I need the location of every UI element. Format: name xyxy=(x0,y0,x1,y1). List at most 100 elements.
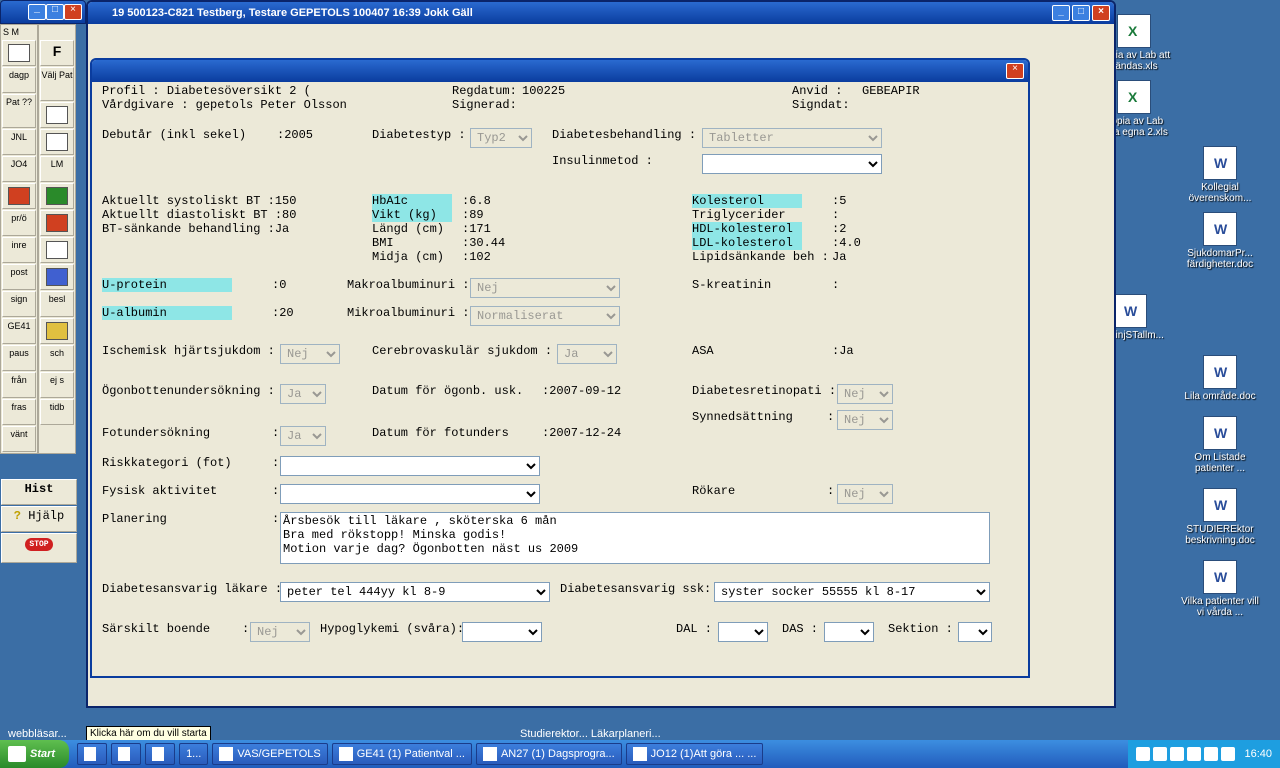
hdl-label: HDL-kolesterol xyxy=(692,222,802,236)
taskbar-quicklaunch[interactable] xyxy=(145,743,175,765)
tray-icon[interactable] xyxy=(1221,747,1235,761)
ansvarig-lakare-label: Diabetesansvarig läkare : xyxy=(102,582,282,596)
tb-btn[interactable] xyxy=(40,129,74,155)
minimize-icon[interactable]: _ xyxy=(28,4,46,20)
riskkategori-select[interactable] xyxy=(280,456,540,476)
tb-btn[interactable] xyxy=(40,318,74,344)
desktop-icon[interactable]: Kollegial överenskom... xyxy=(1180,146,1260,204)
desktop-icon[interactable]: Lila område.doc xyxy=(1180,355,1260,402)
tb-pro[interactable]: pr/ö xyxy=(2,210,36,236)
close-button[interactable]: × xyxy=(1092,5,1110,21)
ie-icon xyxy=(84,747,96,761)
insulinmetod-select[interactable] xyxy=(702,154,882,174)
kolesterol-label: Kolesterol xyxy=(692,194,802,208)
ansvarig-lakare-select[interactable]: peter tel 444yy kl 8-9 xyxy=(280,582,550,602)
makro-select[interactable]: Nej xyxy=(470,278,620,298)
tb-f[interactable]: F xyxy=(40,40,74,66)
tb-btn[interactable] xyxy=(40,183,74,209)
taskbar-quicklaunch[interactable] xyxy=(77,743,107,765)
desktop-icon[interactable]: Vilka patienter vill vi vårda ... xyxy=(1180,560,1260,618)
midja-value: :102 xyxy=(462,250,491,264)
hist-button[interactable]: Hist xyxy=(1,479,77,505)
tb-btn[interactable] xyxy=(40,264,74,290)
ischemisk-select[interactable]: Nej xyxy=(280,344,340,364)
tb-fran[interactable]: från xyxy=(2,372,36,398)
planering-textarea[interactable] xyxy=(280,512,990,564)
tb-btn[interactable] xyxy=(40,102,74,128)
fotdatum-value: :2007-12-24 xyxy=(542,426,621,440)
tb-dagp[interactable]: dagp xyxy=(2,67,36,93)
tb-sign[interactable]: sign xyxy=(2,291,36,317)
tb-jo4[interactable]: JO4 xyxy=(2,156,36,182)
tb-valj-pat[interactable]: Välj Pat xyxy=(40,67,74,101)
desktop-icon[interactable]: SjukdomarPr... färdigheter.doc xyxy=(1180,212,1260,270)
tb-btn[interactable] xyxy=(2,40,36,66)
tray-icon[interactable] xyxy=(1153,747,1167,761)
diabetestyp-select[interactable]: Typ2 xyxy=(470,128,532,148)
hypoglykemi-select[interactable] xyxy=(462,622,542,642)
help-button[interactable]: ? Hjälp xyxy=(1,506,77,532)
tb-post[interactable]: post xyxy=(2,264,36,290)
tray-icon[interactable] xyxy=(1187,747,1201,761)
tray-icon[interactable] xyxy=(1136,747,1150,761)
taskbar-item[interactable]: VAS/GEPETOLS xyxy=(212,743,327,765)
tb-lm[interactable]: LM xyxy=(40,156,74,182)
tray-icon[interactable] xyxy=(1204,747,1218,761)
form-close-button[interactable]: × xyxy=(1006,63,1024,79)
document-icon xyxy=(8,44,30,62)
tb-jnl[interactable]: JNL xyxy=(2,129,36,155)
taskbar: Start 1... VAS/GEPETOLS GE41 (1) Patient… xyxy=(0,740,1280,768)
maximize-icon[interactable]: □ xyxy=(46,4,64,20)
tray-icon[interactable] xyxy=(1170,747,1184,761)
tb-besl[interactable]: besl xyxy=(40,291,74,317)
rokare-select[interactable]: Nej xyxy=(837,484,893,504)
word-icon xyxy=(1113,294,1147,328)
maximize-button[interactable]: □ xyxy=(1072,5,1090,21)
desktop-icon[interactable]: Om Listade patienter ... xyxy=(1180,416,1260,474)
sarskilt-boende-select[interactable]: Nej xyxy=(250,622,310,642)
tb-btn[interactable] xyxy=(2,183,36,209)
fysisk-select[interactable] xyxy=(280,484,540,504)
taskbar-item[interactable]: GE41 (1) Patientval ... xyxy=(332,743,472,765)
taskbar-item[interactable]: JO12 (1)Att göra ... ... xyxy=(626,743,764,765)
diabetesbehandling-select[interactable]: Tabletter xyxy=(702,128,882,148)
minimize-button[interactable]: _ xyxy=(1052,5,1070,21)
ogonbotten-select[interactable]: Ja xyxy=(280,384,326,404)
tb-paus[interactable]: paus xyxy=(2,345,36,371)
start-button[interactable]: Start xyxy=(0,740,69,768)
desktop-icons: Kopia av Lab att sändas.xls Kopia av Lab… xyxy=(1090,10,1270,622)
fotdatum-label: Datum för fotunders xyxy=(372,426,509,440)
dal-select[interactable] xyxy=(718,622,768,642)
taskbar-quicklaunch[interactable] xyxy=(111,743,141,765)
window-title: 19 500123-C821 Testberg, Testare GEPETOL… xyxy=(92,7,1052,19)
desktop-caption: webbläsar... xyxy=(8,728,67,740)
profil-value: Diabetesöversikt 2 ( xyxy=(167,84,311,98)
desktop-icon[interactable]: STUDIEREktor beskrivning.doc xyxy=(1180,488,1260,546)
taskbar-item[interactable]: 1... xyxy=(179,743,208,765)
retinopati-select[interactable]: Nej xyxy=(837,384,893,404)
cvs-select[interactable]: Ja xyxy=(557,344,617,364)
close-icon[interactable]: × xyxy=(64,4,82,20)
tb-tidb[interactable]: tidb xyxy=(40,399,74,425)
anvid-value: GEBEAPIR xyxy=(862,84,920,98)
das-select[interactable] xyxy=(824,622,874,642)
tb-pat[interactable]: Pat ?? xyxy=(2,94,36,128)
tb-btn[interactable] xyxy=(40,237,74,263)
vikt-value: :89 xyxy=(462,208,484,222)
tb-fras[interactable]: fras xyxy=(2,399,36,425)
fotundersokning-select[interactable]: Ja xyxy=(280,426,326,446)
vikt-label: Vikt (kg) xyxy=(372,208,452,222)
tb-sch[interactable]: sch xyxy=(40,345,74,371)
ansvarig-ssk-select[interactable]: syster socker 55555 kl 8-17 xyxy=(714,582,990,602)
tb-ge41[interactable]: GE41 xyxy=(2,318,36,344)
tb-btn[interactable] xyxy=(40,210,74,236)
ogondatum-value: :2007-09-12 xyxy=(542,384,621,398)
tb-ejs[interactable]: ej s xyxy=(40,372,74,398)
sektion-select[interactable] xyxy=(958,622,992,642)
stop-button[interactable]: STOP xyxy=(1,533,77,563)
tb-inre[interactable]: inre xyxy=(2,237,36,263)
tb-vant[interactable]: vänt xyxy=(2,426,36,452)
mikro-select[interactable]: Normaliserat xyxy=(470,306,620,326)
taskbar-item[interactable]: AN27 (1) Dagsprogra... xyxy=(476,743,622,765)
hdl-value: :2 xyxy=(832,222,846,236)
